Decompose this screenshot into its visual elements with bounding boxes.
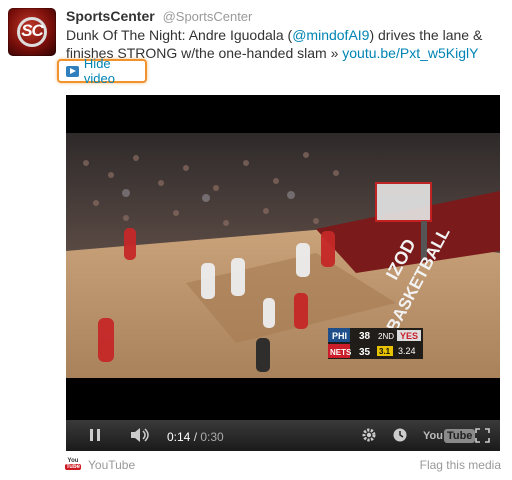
- current-time: 0:14: [167, 430, 191, 444]
- avatar[interactable]: SC: [8, 8, 56, 56]
- clock-icon[interactable]: [392, 427, 408, 446]
- shot-clock: 3.1: [379, 347, 391, 356]
- pause-icon[interactable]: [88, 428, 102, 445]
- hide-video-label: Hide video: [83, 56, 115, 86]
- team1-score: 38: [359, 331, 371, 342]
- hide-video-button[interactable]: Hide video: [57, 56, 147, 86]
- fullscreen-icon[interactable]: [475, 428, 490, 446]
- team1-name: PHI: [332, 331, 347, 341]
- team2-name: NETS: [330, 348, 352, 357]
- tweet-text-part1: Dunk Of The Night: Andre Iguodala (: [66, 27, 293, 43]
- user-handle[interactable]: @SportsCenter: [163, 9, 253, 24]
- flag-media-link[interactable]: Flag this media: [420, 458, 501, 472]
- media-source-label: YouTube: [88, 458, 136, 472]
- video-frame[interactable]: BASKETBALL IZOD PHI 38 2ND YES NETS 35 3…: [66, 133, 500, 378]
- game-clock: 3.24: [398, 346, 416, 356]
- video-scene: BASKETBALL IZOD PHI 38 2ND YES NETS 35 3…: [66, 133, 500, 378]
- network-logo: YES: [400, 331, 418, 341]
- team2-score: 35: [359, 347, 371, 358]
- tweet-header: SportsCenter @SportsCenter: [66, 8, 252, 24]
- youtube-logo-icon: You Tube: [65, 458, 81, 472]
- play-icon: [66, 65, 79, 77]
- total-time: 0:30: [200, 430, 224, 444]
- gear-icon[interactable]: [361, 427, 377, 446]
- video-player[interactable]: BASKETBALL IZOD PHI 38 2ND YES NETS 35 3…: [66, 95, 500, 451]
- media-source[interactable]: You Tube YouTube: [65, 458, 136, 472]
- youtube-button-you: You: [423, 430, 443, 442]
- time-display: 0:14 / 0:30: [167, 430, 224, 444]
- display-name[interactable]: SportsCenter: [66, 8, 155, 24]
- score-bug: PHI 38 2ND YES NETS 35 3.1 3.24: [328, 328, 423, 359]
- period: 2ND: [378, 332, 394, 341]
- avatar-logo-text: SC: [21, 21, 44, 40]
- backboard: [375, 182, 432, 222]
- video-link[interactable]: youtu.be/Pxt_w5KiglY: [342, 45, 478, 61]
- player-controls: 0:14 / 0:30 You Tube: [66, 420, 500, 451]
- time-separator: /: [190, 430, 201, 444]
- youtube-logo-tube: Tube: [65, 464, 81, 470]
- youtube-button-tube: Tube: [443, 429, 476, 443]
- volume-icon[interactable]: [130, 428, 152, 445]
- youtube-button[interactable]: You Tube: [423, 428, 476, 444]
- mention-link[interactable]: @mindofAI9: [292, 27, 369, 43]
